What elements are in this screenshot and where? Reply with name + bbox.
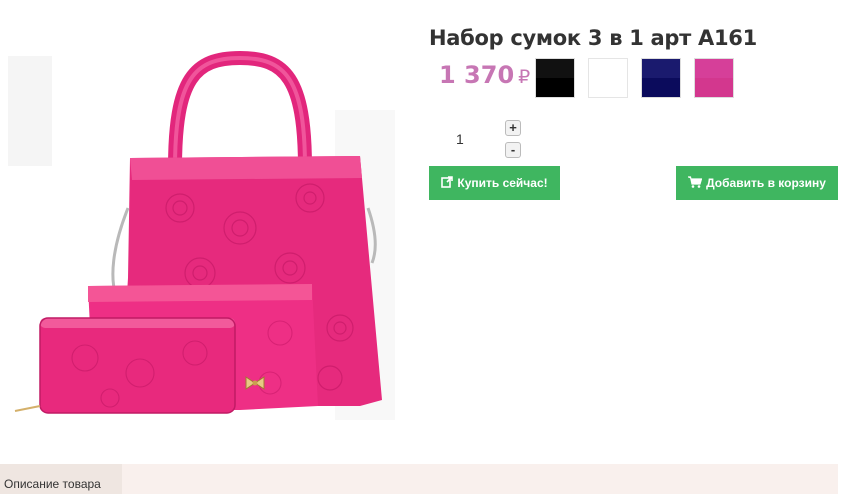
color-swatch-pink[interactable]: [694, 58, 734, 98]
currency-symbol: ₽: [518, 66, 531, 88]
quantity-decrease-button[interactable]: -: [505, 142, 521, 158]
quantity-value[interactable]: 1: [456, 131, 464, 147]
tab-description[interactable]: Описание товара: [0, 464, 122, 494]
buy-now-button[interactable]: Купить сейчас!: [429, 166, 560, 200]
external-link-icon: [441, 175, 454, 191]
cart-icon: [688, 175, 703, 191]
product-image: [0, 28, 410, 428]
add-to-cart-label: Добавить в корзину: [706, 176, 826, 190]
product-title: Набор сумок 3 в 1 арт A161: [429, 26, 757, 50]
buy-now-label: Купить сейчас!: [457, 176, 548, 190]
color-swatch-navy[interactable]: [641, 58, 681, 98]
color-swatch-black[interactable]: [535, 58, 575, 98]
tab-bar: [122, 464, 838, 494]
add-to-cart-button[interactable]: Добавить в корзину: [676, 166, 838, 200]
handbag-set-image: [8, 50, 395, 420]
color-swatch-white[interactable]: [588, 58, 628, 98]
product-price: 1 370 ₽: [439, 61, 530, 89]
price-value: 1 370: [439, 61, 515, 89]
quantity-increase-button[interactable]: +: [505, 120, 521, 136]
